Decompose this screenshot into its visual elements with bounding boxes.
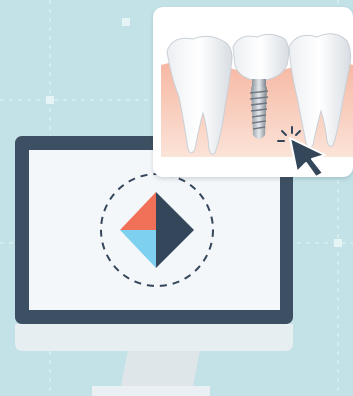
implant-crown	[232, 33, 290, 82]
monitor-bezel	[15, 324, 293, 351]
monitor-base	[92, 386, 210, 396]
dental-implant-card	[153, 7, 353, 177]
monitor-stand	[121, 350, 200, 386]
dental-implant-icon	[161, 33, 353, 177]
